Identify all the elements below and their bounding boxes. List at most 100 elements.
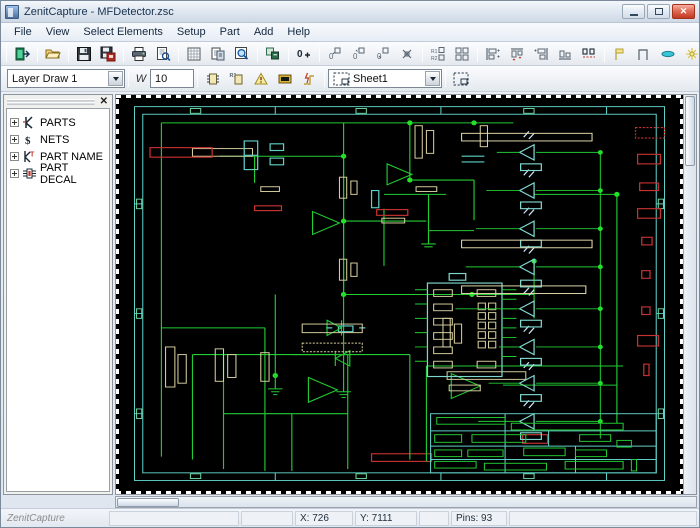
toolbar-separator [445, 70, 446, 87]
expand-icon[interactable] [10, 169, 19, 178]
expand-icon[interactable] [10, 135, 19, 144]
canvas-horizontal-scrollbar[interactable] [115, 496, 697, 508]
align-top-icon[interactable] [505, 43, 529, 64]
sheet-select-value: Sheet1 [353, 72, 388, 85]
zoom-search-icon[interactable] [230, 43, 254, 64]
place-box-icon[interactable] [273, 68, 297, 89]
part-decal-icon [23, 168, 36, 179]
svg-text:$: $ [25, 135, 31, 146]
toolbar-separator [288, 45, 289, 62]
svg-text:0: 0 [353, 52, 358, 61]
expand-icon[interactable] [10, 118, 19, 127]
menu-file[interactable]: File [7, 24, 39, 40]
minimize-button[interactable] [622, 4, 645, 19]
main-toolbar: 0 0 0 0 [1, 42, 699, 66]
panel-gripper[interactable] [7, 98, 95, 105]
window-controls: ✕ [622, 4, 697, 19]
canvas-vertical-scrollbar[interactable] [683, 95, 696, 494]
toolbar-separator [68, 45, 69, 62]
elements-panel: ✕ PARTS $ NETS T PART NAME PART DECAL [3, 94, 113, 495]
layer-select[interactable]: Layer Draw 1 [7, 69, 125, 88]
delete-ref-icon[interactable] [395, 43, 419, 64]
menu-view[interactable]: View [39, 24, 77, 40]
tree-item-label: NETS [40, 133, 70, 146]
title-bar: ZenitCapture - MFDetector.zsc ✕ [1, 1, 699, 23]
nets-icon: $ [25, 135, 31, 146]
net-link-icon[interactable] [261, 43, 285, 64]
schematic-drawing [120, 99, 679, 490]
canvas-scroll-row [1, 495, 699, 508]
toolbar-separator [123, 45, 124, 62]
exit-icon[interactable] [10, 43, 34, 64]
chevron-down-icon[interactable] [425, 71, 440, 86]
status-pin-count: Pins: 93 [451, 510, 507, 526]
horizontal-scroll-thumb[interactable] [117, 497, 179, 507]
pack-parts-icon[interactable] [450, 43, 474, 64]
menu-setup[interactable]: Setup [170, 24, 213, 40]
width-input[interactable]: 10 [150, 69, 194, 88]
close-button[interactable]: ✕ [672, 4, 695, 19]
part-name-icon: T [24, 151, 35, 163]
renumber-up-icon[interactable]: 0 [323, 43, 347, 64]
schematic-canvas[interactable] [116, 95, 683, 494]
place-power-icon[interactable] [297, 68, 321, 89]
flag-gray-icon[interactable] [632, 43, 656, 64]
menu-help[interactable]: Help [280, 24, 317, 40]
toolbar-separator [422, 45, 423, 62]
align-left-icon[interactable] [481, 43, 505, 64]
panel-caption: ✕ [4, 95, 112, 108]
renumber-down-icon[interactable]: 0 [371, 43, 395, 64]
chevron-down-icon[interactable] [108, 71, 123, 86]
print-preview-icon[interactable] [151, 43, 175, 64]
tree-item-parts[interactable]: PARTS [10, 114, 106, 131]
place-refdes-icon[interactable]: R1 [225, 68, 249, 89]
tree-item-nets[interactable]: $ NETS [10, 131, 106, 148]
sheet-icon [333, 72, 350, 85]
toolbar-separator [6, 45, 7, 62]
flag-yellow-icon[interactable] [608, 43, 632, 64]
save-as-icon[interactable] [96, 43, 120, 64]
status-y-coordinate: Y: 7111 [355, 510, 417, 526]
renumber-auto-icon[interactable]: 0 [347, 43, 371, 64]
place-warning-icon[interactable] [249, 68, 273, 89]
toolbar-separator [197, 70, 198, 87]
menu-select-elements[interactable]: Select Elements [76, 24, 169, 40]
align-right-icon[interactable] [529, 43, 553, 64]
status-app-name: ZenitCapture [7, 512, 65, 524]
menu-part[interactable]: Part [213, 24, 247, 40]
tree-item-part-decal[interactable]: PART DECAL [10, 162, 106, 186]
new-sheet-icon[interactable] [449, 68, 473, 89]
align-distribute-icon[interactable] [577, 43, 601, 64]
svg-text:R2: R2 [431, 56, 438, 62]
status-x-coordinate: X: 726 [295, 510, 353, 526]
tree-item-label: PART DECAL [40, 161, 77, 186]
align-bottom-icon[interactable] [553, 43, 577, 64]
restore-button[interactable] [647, 4, 670, 19]
open-folder-icon[interactable] [41, 43, 65, 64]
report-icon[interactable] [206, 43, 230, 64]
print-icon[interactable] [127, 43, 151, 64]
junction-star-icon[interactable] [680, 43, 700, 64]
toolbar-separator [319, 45, 320, 62]
swap-refdes-icon[interactable]: R1 R2 [426, 43, 450, 64]
menu-bar: File View Select Elements Setup Part Add… [1, 23, 699, 42]
parts-icon [23, 116, 33, 129]
status-spacer-2 [419, 510, 449, 526]
save-icon[interactable] [72, 43, 96, 64]
window-title: ZenitCapture - MFDetector.zsc [24, 5, 174, 18]
place-part-icon[interactable] [201, 68, 225, 89]
sheet-select[interactable]: Sheet1 [328, 69, 442, 88]
grid-icon[interactable] [182, 43, 206, 64]
bus-ellipse-icon[interactable] [656, 43, 680, 64]
vertical-scroll-thumb[interactable] [685, 96, 695, 166]
scroll-spacer [3, 496, 113, 508]
panel-close-icon[interactable]: ✕ [98, 96, 110, 107]
svg-text:T: T [30, 152, 35, 159]
menu-add[interactable]: Add [247, 24, 281, 40]
layer-toolbar: Layer Draw 1 W 10 R1 Sheet1 [1, 66, 699, 92]
toolbar-separator [178, 45, 179, 62]
add-pin-icon[interactable]: 0 [292, 43, 316, 64]
expand-icon[interactable] [10, 152, 19, 161]
toolbar-separator [604, 45, 605, 62]
toolbar-separator [37, 45, 38, 62]
